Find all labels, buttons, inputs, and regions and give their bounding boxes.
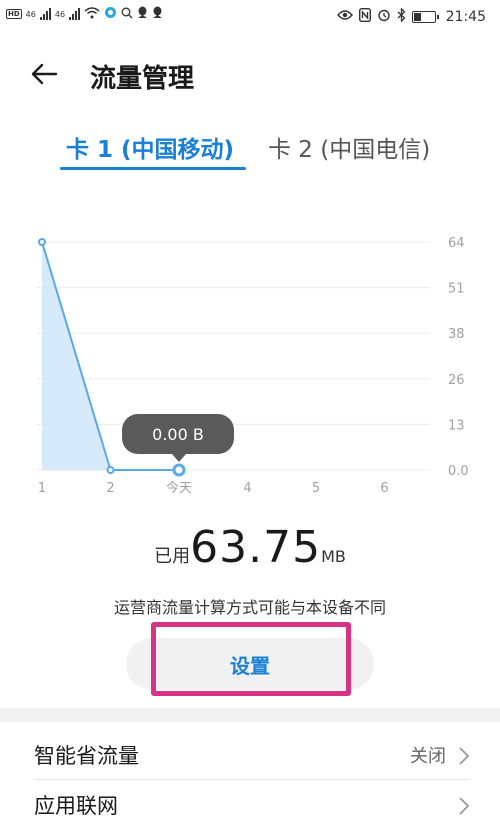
usage-chart: 64 51 38 26 13 0.0 1 2 今天 4 5 6 0.00 B: [0, 230, 500, 500]
usage-prefix: 已用: [154, 546, 191, 567]
app-header: 流量管理: [0, 50, 500, 98]
data-point: [106, 466, 115, 474]
x-tick-label: 5: [312, 481, 320, 496]
usage-value: 63.75: [190, 522, 322, 573]
tooltip-pointer: [172, 454, 186, 462]
usage-unit: MB: [321, 547, 346, 566]
list-item-label: 智能省流量: [34, 744, 139, 768]
x-tick-label: 2: [106, 481, 114, 496]
page-title: 流量管理: [90, 64, 195, 94]
battery-icon: [411, 11, 439, 23]
eye-icon: [336, 9, 353, 25]
y-tick-label: 0.0: [448, 464, 469, 479]
list-item-app-networking[interactable]: 应用联网: [0, 776, 500, 836]
x-tick-label: 1: [38, 481, 46, 496]
tab-sim-2[interactable]: 卡 2 (中国电信): [268, 130, 430, 164]
active-tab-indicator: [60, 167, 246, 170]
y-tick-label: 64: [448, 236, 465, 251]
signal-icon: [39, 8, 51, 20]
today-point: [172, 463, 186, 477]
y-tick-label: 13: [448, 418, 465, 433]
app-notification-icon: [104, 6, 117, 22]
status-time: 21:45: [445, 9, 486, 25]
x-tick-label: 今天: [166, 480, 192, 496]
wifi-icon: [84, 6, 100, 22]
alarm-icon: [377, 8, 391, 26]
search-icon: [121, 7, 133, 22]
usage-chart-svg: 64 51 38 26 13 0.0 1 2 今天 4 5 6 0.00 B: [36, 236, 469, 496]
back-arrow-icon[interactable]: [30, 62, 58, 86]
qq-icon-2: [152, 6, 163, 22]
nfc-icon: [358, 7, 371, 26]
sim-tabs: 卡 1 (中国移动) 卡 2 (中国电信): [0, 130, 500, 174]
x-tick-label: 6: [380, 481, 388, 496]
data-point: [38, 238, 46, 246]
x-tick-label: 4: [243, 481, 251, 496]
chevron-right-icon: [458, 746, 470, 766]
section-divider: [0, 708, 500, 722]
usage-summary: 已用63.75MB: [0, 522, 500, 573]
list-item-value: 关闭: [410, 746, 446, 767]
carrier-note: 运营商流量计算方式可能与本设备不同: [113, 598, 386, 617]
signal-icon-2: [69, 8, 81, 20]
qq-icon: [137, 6, 148, 22]
y-tick-label: 26: [448, 373, 465, 388]
network-type-label-1: 46: [25, 9, 36, 19]
chevron-right-icon: [458, 796, 470, 816]
tab-sim-1[interactable]: 卡 1 (中国移动): [66, 130, 234, 164]
tooltip-label: 0.00 B: [152, 425, 204, 444]
list-item-label: 应用联网: [34, 794, 118, 818]
status-bar: HD 46 46 21:45: [0, 0, 500, 36]
status-bar-left: HD 46 46: [6, 6, 163, 22]
network-type-label-2: 46: [54, 9, 66, 19]
y-tick-label: 38: [448, 327, 465, 342]
status-bar-right: 21:45: [336, 7, 486, 26]
settings-button[interactable]: 设置: [126, 638, 374, 690]
bluetooth-icon: [397, 7, 406, 26]
hd-badge: HD: [6, 9, 22, 19]
y-tick-label: 51: [448, 282, 465, 297]
